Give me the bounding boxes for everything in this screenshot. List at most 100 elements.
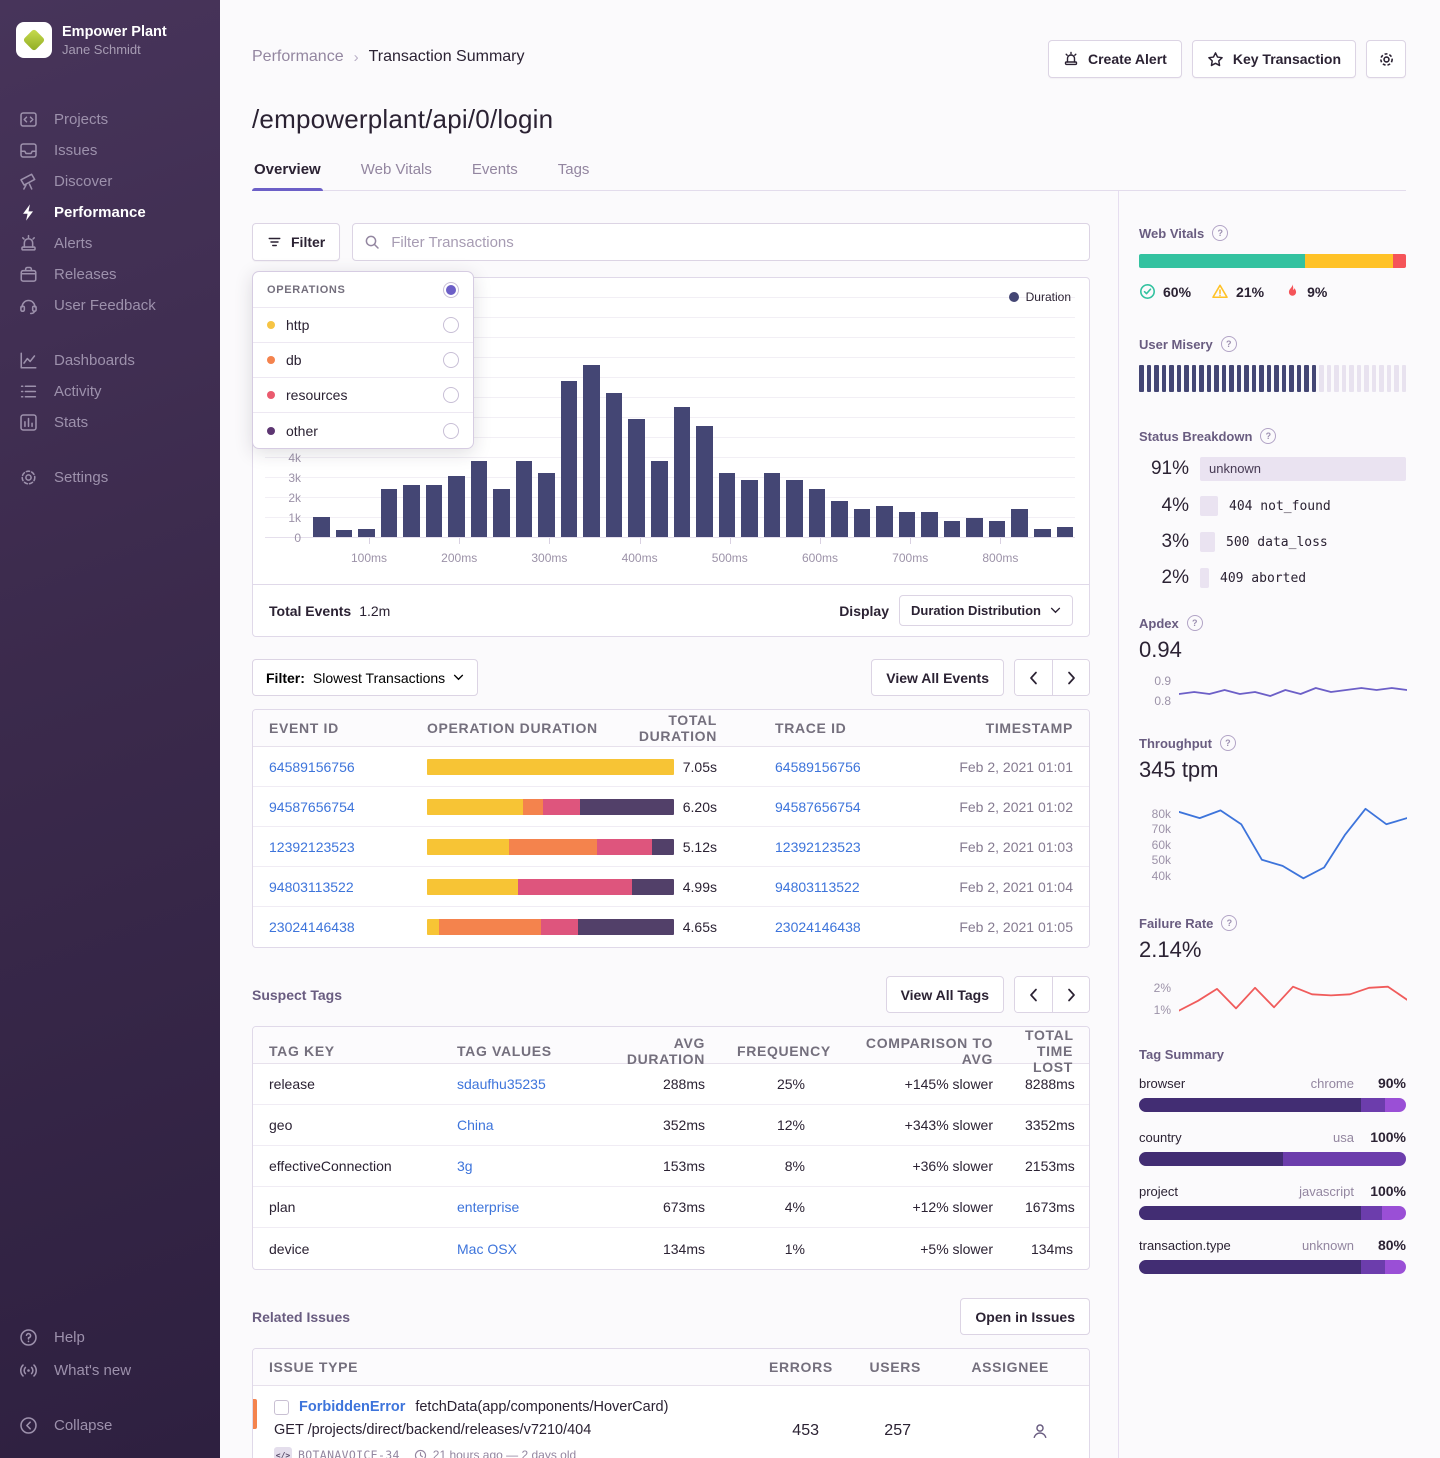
sidebar-item-label: Stats — [54, 414, 88, 431]
sidebar-item-collapse[interactable]: Collapse — [0, 1409, 220, 1442]
sidebar-item-activity[interactable]: Activity — [0, 376, 220, 407]
col-assignee: ASSIGNEE — [937, 1359, 1089, 1375]
sidebar-item-projects[interactable]: Projects — [0, 104, 220, 135]
settings-gear-button[interactable] — [1366, 40, 1406, 78]
filter-transactions-input[interactable] — [352, 223, 1090, 261]
operation-option-http[interactable]: http — [253, 308, 473, 343]
event-id-link[interactable]: 94803113522 — [269, 879, 354, 895]
sidebar-item-performance[interactable]: Performance — [0, 197, 220, 228]
web-vitals-help-icon[interactable]: ? — [1212, 225, 1228, 241]
breadcrumb-performance[interactable]: Performance — [252, 48, 344, 66]
sidebar-item-discover[interactable]: Discover — [0, 166, 220, 197]
frequency: 12% — [721, 1117, 821, 1133]
tab-tags[interactable]: Tags — [556, 161, 592, 190]
operation-radio[interactable] — [443, 352, 459, 368]
tag-value-link[interactable]: sdaufhu35235 — [457, 1076, 546, 1092]
histogram-bar — [1057, 527, 1074, 537]
operation-option-db[interactable]: db — [253, 343, 473, 378]
misery-tick — [1214, 365, 1219, 392]
sidebar-item-user-feedback[interactable]: User Feedback — [0, 290, 220, 321]
tag-value-link[interactable]: China — [457, 1117, 494, 1133]
misery-tick — [1177, 365, 1182, 392]
org-switcher[interactable]: Empower Plant Jane Schmidt — [0, 12, 220, 68]
event-id-link[interactable]: 12392123523 — [269, 839, 355, 855]
operation-radio[interactable] — [443, 387, 459, 403]
sidebar-item-label: Activity — [54, 383, 102, 400]
tag-value-link[interactable]: Mac OSX — [457, 1241, 517, 1257]
events-filter-select[interactable]: Filter: Slowest Transactions — [252, 659, 478, 696]
open-in-issues-button[interactable]: Open in Issues — [960, 1298, 1090, 1335]
view-all-events-button[interactable]: View All Events — [871, 659, 1004, 696]
events-next-button[interactable] — [1052, 660, 1089, 695]
breadcrumb-separator-icon: › — [354, 49, 359, 66]
tag-summary-bar — [1139, 1206, 1406, 1220]
tag-summary-key: browser — [1139, 1076, 1185, 1091]
status-breakdown-help-icon[interactable]: ? — [1260, 428, 1276, 444]
event-id-link[interactable]: 23024146438 — [269, 919, 355, 935]
create-alert-button[interactable]: Create Alert — [1048, 40, 1182, 78]
misery-tick — [1199, 365, 1204, 392]
filter-button[interactable]: Filter — [252, 223, 340, 261]
display-select[interactable]: Duration Distribution — [899, 595, 1073, 626]
tags-prev-button[interactable] — [1015, 977, 1052, 1012]
key-transaction-button[interactable]: Key Transaction — [1192, 40, 1356, 78]
operations-all-radio[interactable] — [443, 282, 459, 298]
operation-option-resources[interactable]: resources — [253, 378, 473, 413]
issue-short-id[interactable]: </> BOTANAVOICE-34 — [274, 1447, 400, 1458]
misery-tick — [1259, 365, 1264, 392]
operation-radio[interactable] — [443, 423, 459, 439]
y-axis-tick: 3k — [265, 471, 301, 485]
frequency: 8% — [721, 1158, 821, 1174]
operation-radio[interactable] — [443, 317, 459, 333]
tag-key: geo — [253, 1117, 441, 1133]
issue-error-type-link[interactable]: ForbiddenError — [299, 1399, 405, 1415]
misery-tick — [1192, 365, 1197, 392]
status-breakdown-section: Status Breakdown? 91%unknown4%404 not_fo… — [1139, 428, 1406, 589]
tag-summary-row-transaction-type: transaction.typeunknown80% — [1139, 1237, 1406, 1274]
issue-checkbox[interactable] — [274, 1400, 289, 1415]
sidebar-item-releases[interactable]: Releases — [0, 259, 220, 290]
sidebar-item-label: Help — [54, 1329, 85, 1346]
sidebar-item-what-s-new[interactable]: What's new — [0, 1354, 220, 1387]
trace-id-link[interactable]: 12392123523 — [775, 839, 861, 855]
col-errors: ERRORS — [753, 1359, 845, 1375]
tag-value-link[interactable]: enterprise — [457, 1199, 519, 1215]
col-tag-values: TAG VALUES — [441, 1043, 609, 1059]
sidebar-item-dashboards[interactable]: Dashboards — [0, 345, 220, 376]
failure-rate-help-icon[interactable]: ? — [1221, 915, 1237, 931]
tab-web-vitals[interactable]: Web Vitals — [359, 161, 434, 190]
operations-dropdown-header[interactable]: OPERATIONS — [253, 272, 473, 308]
user-misery-help-icon[interactable]: ? — [1221, 336, 1237, 352]
tag-summary-bar — [1139, 1260, 1406, 1274]
tags-next-button[interactable] — [1052, 977, 1089, 1012]
view-all-tags-button[interactable]: View All Tags — [886, 976, 1004, 1013]
sidebar-item-help[interactable]: Help — [0, 1321, 220, 1354]
apdex-help-icon[interactable]: ? — [1187, 615, 1203, 631]
histogram-bar — [651, 461, 668, 537]
web-vitals-segment-good — [1139, 254, 1305, 268]
events-prev-button[interactable] — [1015, 660, 1052, 695]
projects-icon — [19, 110, 38, 129]
assignee-avatar-icon[interactable] — [1031, 1422, 1049, 1440]
tab-overview[interactable]: Overview — [252, 161, 323, 190]
sidebar-item-stats[interactable]: Stats — [0, 407, 220, 438]
sidebar-item-alerts[interactable]: Alerts — [0, 228, 220, 259]
event-id-link[interactable]: 94587656754 — [269, 799, 355, 815]
tag-value-link[interactable]: 3g — [457, 1158, 473, 1174]
sidebar-item-issues[interactable]: Issues — [0, 135, 220, 166]
trace-id-link[interactable]: 23024146438 — [775, 919, 861, 935]
sidebar-item-settings[interactable]: Settings — [0, 462, 220, 493]
tab-events[interactable]: Events — [470, 161, 520, 190]
operation-option-other[interactable]: other — [253, 413, 473, 448]
event-id-link[interactable]: 64589156756 — [269, 759, 355, 775]
misery-tick — [1162, 365, 1167, 392]
trace-id-link[interactable]: 94587656754 — [775, 799, 861, 815]
status-pct: 3% — [1139, 531, 1189, 553]
total-duration: 4.65s — [621, 919, 733, 935]
trace-id-link[interactable]: 94803113522 — [775, 879, 860, 895]
throughput-help-icon[interactable]: ? — [1220, 735, 1236, 751]
trace-id-link[interactable]: 64589156756 — [775, 759, 861, 775]
web-vitals-bar — [1139, 254, 1406, 268]
chart-legend[interactable]: Duration — [1009, 290, 1071, 304]
histogram-bar — [1034, 529, 1051, 537]
